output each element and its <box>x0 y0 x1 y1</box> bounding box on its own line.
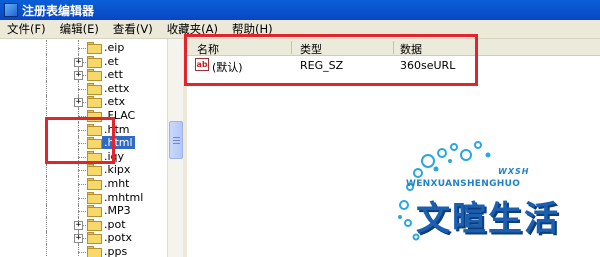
tree-guide-line <box>78 170 86 172</box>
folder-icon <box>87 69 102 82</box>
tree-item-label: .eip <box>104 41 125 54</box>
tree-guide-line <box>78 211 86 213</box>
tree-item-label: .ettx <box>104 81 130 95</box>
tree-item-label: .ett <box>104 68 123 82</box>
tree-item-label: .etx <box>104 95 126 109</box>
menu-file[interactable]: 文件(F) <box>0 21 53 37</box>
folder-icon <box>87 191 102 204</box>
tree-item-label: .et <box>104 54 119 68</box>
thumb-grip-line <box>173 143 180 144</box>
folder-icon <box>87 55 102 68</box>
expand-plus-icon[interactable]: + <box>74 234 83 244</box>
tree-guide-line <box>78 244 79 257</box>
thumb-grip-line <box>173 137 180 138</box>
folder-icon <box>87 164 102 177</box>
tree-guide-line <box>78 184 86 185</box>
tree-guide-line <box>78 48 86 49</box>
folder-icon <box>87 42 102 54</box>
folder-icon <box>87 218 102 231</box>
watermark-english-text: WENXUANSHENGHUO <box>406 179 521 189</box>
tree-guide-line <box>78 88 86 90</box>
tree-guide-line <box>46 244 47 257</box>
annotation-box-html-key <box>45 117 115 164</box>
tree-item-label: .kipx <box>104 163 131 177</box>
folder-icon <box>87 82 102 95</box>
expand-plus-icon[interactable]: + <box>74 220 83 230</box>
folder-icon <box>87 205 102 218</box>
expand-plus-icon[interactable]: + <box>74 57 83 67</box>
folder-icon <box>87 96 102 109</box>
tree-guide-line <box>78 197 86 199</box>
thumb-grip-line <box>173 140 180 141</box>
scrollbar-thumb[interactable] <box>169 121 183 159</box>
tree-item-label: .mhtml <box>104 190 144 204</box>
tree-item[interactable]: .pps <box>0 244 167 257</box>
expand-plus-icon[interactable]: + <box>74 71 83 81</box>
menu-edit[interactable]: 编辑(E) <box>53 21 106 37</box>
menu-view[interactable]: 查看(V) <box>106 21 160 37</box>
tree-item-label: .MP3 <box>104 204 131 218</box>
folder-icon <box>87 178 102 190</box>
tree-item-label: .mht <box>104 177 130 190</box>
title-bar: 注册表编辑器 <box>0 0 600 20</box>
regedit-app-icon <box>4 3 18 17</box>
watermark-chinese-text: 文暄生活 <box>416 199 560 239</box>
folder-icon <box>87 246 102 257</box>
folder-icon <box>87 232 102 245</box>
tree-item-label: .pps <box>104 245 128 257</box>
expand-plus-icon[interactable]: + <box>74 98 83 108</box>
annotation-box-default-value <box>184 34 478 86</box>
watermark-logo: WXSH WENXUANSHENGHUO 文暄生活 <box>388 133 600 257</box>
tree-item-label: .pot <box>104 217 126 231</box>
tree-vertical-scrollbar[interactable] <box>167 39 183 257</box>
tree-item-label: .potx <box>104 231 133 245</box>
watermark-small-text: WXSH <box>498 167 530 176</box>
tree-guide-line <box>78 252 86 253</box>
window-title: 注册表编辑器 <box>22 3 95 18</box>
